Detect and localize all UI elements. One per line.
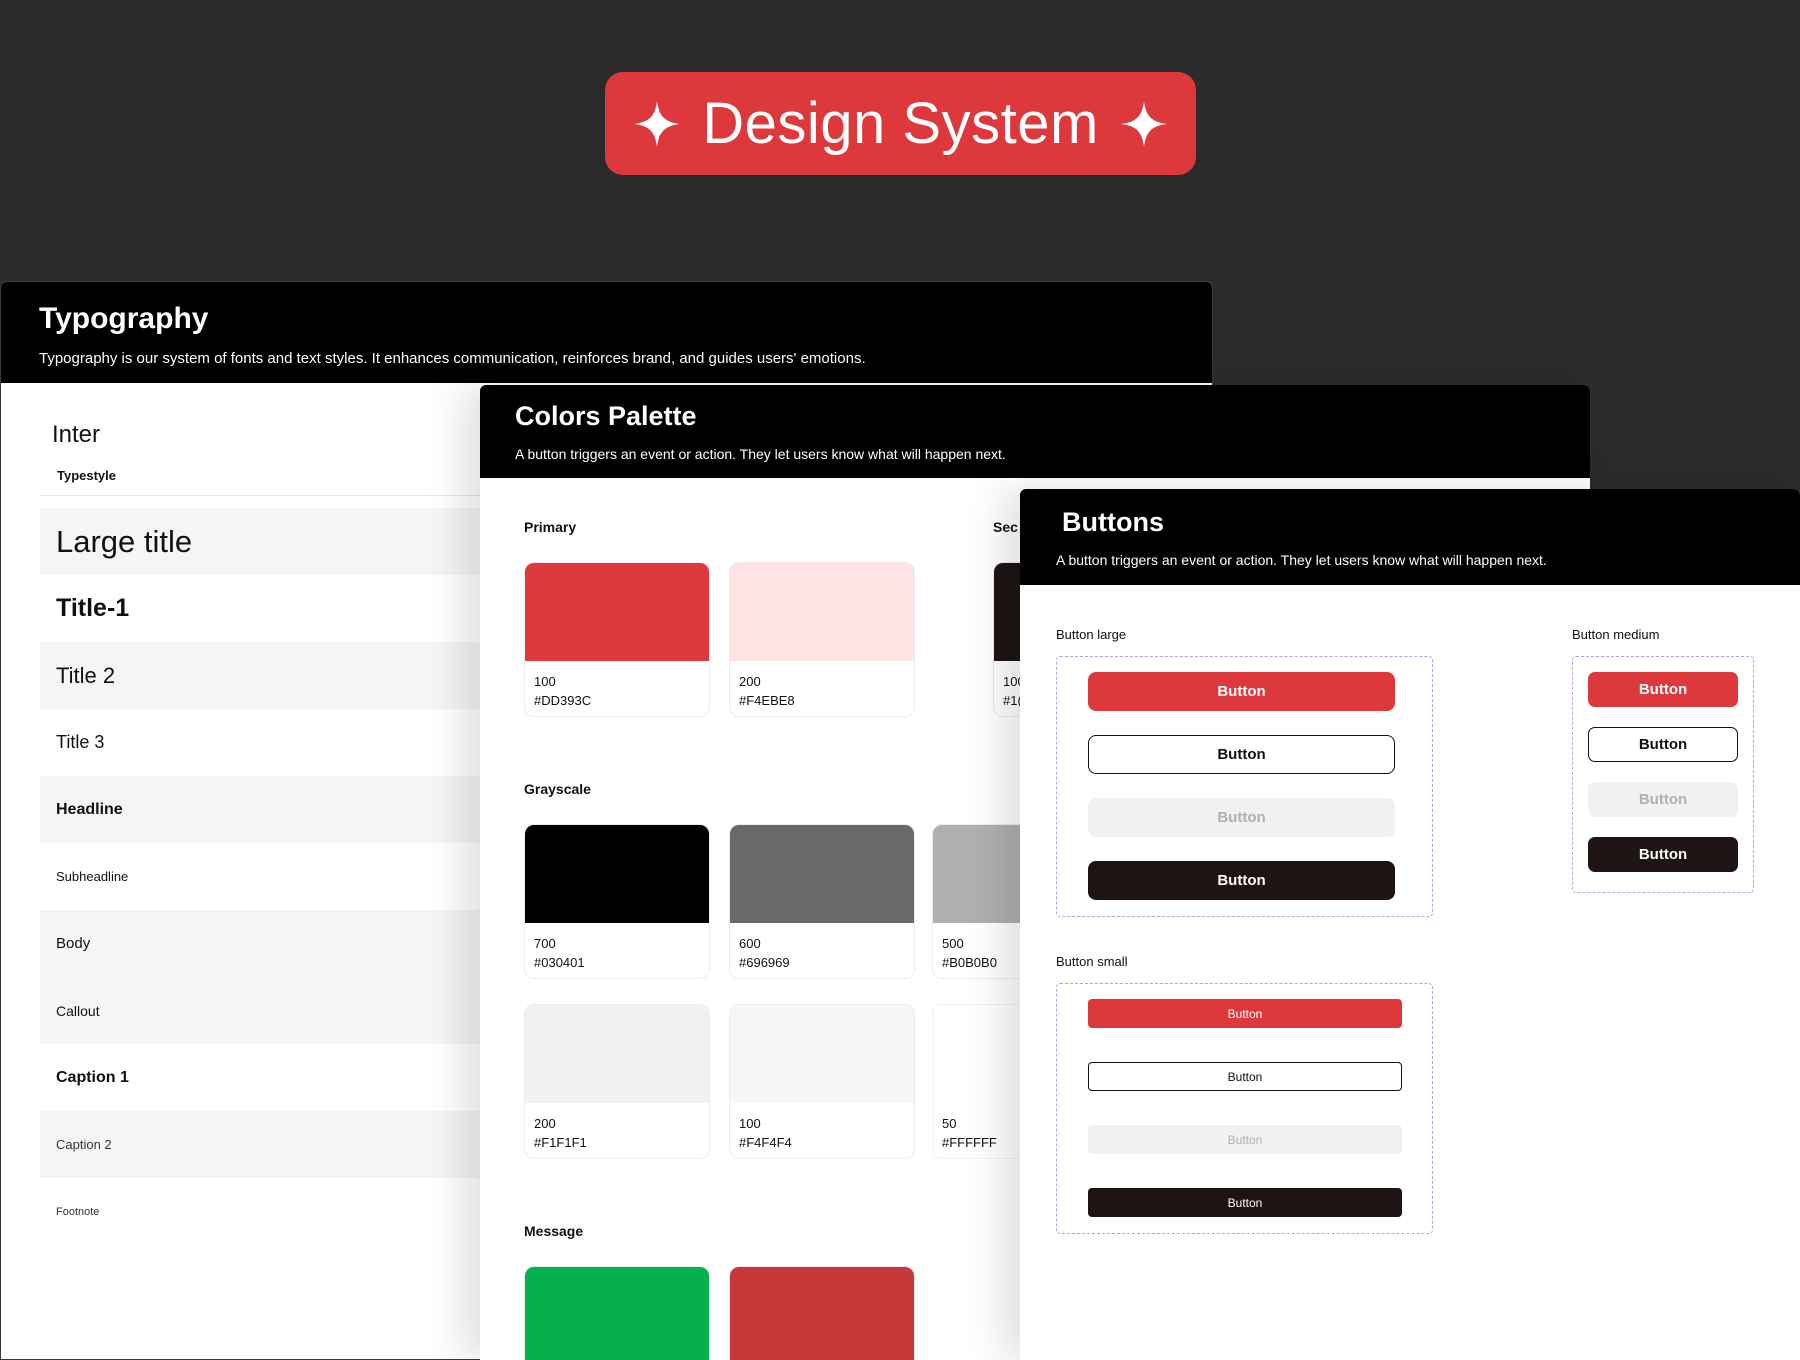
button-large-label: Button large bbox=[1056, 627, 1127, 642]
swatch-chip bbox=[525, 1267, 709, 1360]
swatch-gray-200: 200 #F1F1F1 bbox=[524, 1004, 710, 1159]
button-small-dark[interactable]: Button bbox=[1088, 1188, 1402, 1217]
message-label: Message bbox=[524, 1223, 584, 1239]
swatch-hex: #DD393C bbox=[534, 693, 592, 708]
swatch-chip bbox=[525, 1005, 709, 1103]
buttons-header: Buttons A button triggers an event or ac… bbox=[1020, 489, 1800, 585]
typography-header: Typography Typography is our system of f… bbox=[1, 282, 1212, 383]
swatch-chip bbox=[730, 1267, 914, 1360]
colors-description: A button triggers an event or action. Th… bbox=[515, 446, 1006, 462]
swatch-gray-600: 600 #696969 bbox=[729, 824, 915, 979]
button-large-dark[interactable]: Button bbox=[1088, 861, 1395, 900]
swatch-level: 200 bbox=[534, 1116, 556, 1131]
button-small-outline[interactable]: Button bbox=[1088, 1062, 1402, 1091]
swatch-message-error bbox=[729, 1266, 915, 1360]
secondary-label: Sec bbox=[993, 519, 1018, 535]
swatch-primary-200: 200 #F4EBE8 bbox=[729, 562, 915, 717]
typography-title: Typography bbox=[39, 302, 209, 335]
buttons-card: Buttons A button triggers an event or ac… bbox=[1020, 489, 1800, 1360]
button-medium-group: Button Button Button Button bbox=[1572, 656, 1754, 893]
colors-header: Colors Palette A button triggers an even… bbox=[480, 385, 1590, 478]
buttons-description: A button triggers an event or action. Th… bbox=[1056, 552, 1547, 568]
grayscale-label: Grayscale bbox=[524, 781, 591, 797]
button-medium-label: Button medium bbox=[1572, 627, 1660, 642]
button-large-group: Button Button Button Button bbox=[1056, 656, 1433, 917]
swatch-message-success bbox=[524, 1266, 710, 1360]
buttons-title: Buttons bbox=[1062, 507, 1164, 537]
button-medium-outline[interactable]: Button bbox=[1588, 727, 1738, 762]
button-small-disabled[interactable]: Button bbox=[1088, 1125, 1402, 1154]
button-small-label: Button small bbox=[1056, 954, 1128, 969]
sparkle-icon bbox=[634, 100, 681, 147]
button-small-group: Button Button Button Button bbox=[1056, 983, 1433, 1234]
button-large-disabled[interactable]: Button bbox=[1088, 798, 1395, 837]
swatch-chip bbox=[730, 1005, 914, 1103]
button-small-primary[interactable]: Button bbox=[1088, 999, 1402, 1028]
swatch-level: 600 bbox=[739, 936, 761, 951]
swatch-hex: #696969 bbox=[739, 955, 790, 970]
design-system-badge: Design System bbox=[605, 72, 1196, 175]
swatch-level: 700 bbox=[534, 936, 556, 951]
swatch-hex: #F4F4F4 bbox=[739, 1135, 792, 1150]
swatch-hex: #030401 bbox=[534, 955, 585, 970]
swatch-level: 100 bbox=[739, 1116, 761, 1131]
typography-description: Typography is our system of fonts and te… bbox=[39, 350, 866, 367]
swatch-level: 100 bbox=[534, 674, 556, 689]
button-medium-primary[interactable]: Button bbox=[1588, 672, 1738, 707]
colors-title: Colors Palette bbox=[515, 401, 697, 431]
design-system-title: Design System bbox=[702, 91, 1099, 156]
button-medium-dark[interactable]: Button bbox=[1588, 837, 1738, 872]
swatch-level: 200 bbox=[739, 674, 761, 689]
swatch-chip bbox=[525, 825, 709, 923]
swatch-chip bbox=[730, 563, 914, 661]
button-large-primary[interactable]: Button bbox=[1088, 672, 1395, 711]
swatch-chip bbox=[525, 563, 709, 661]
swatch-gray-100: 100 #F4F4F4 bbox=[729, 1004, 915, 1159]
swatch-gray-700: 700 #030401 bbox=[524, 824, 710, 979]
primary-label: Primary bbox=[524, 519, 577, 535]
swatch-chip bbox=[730, 825, 914, 923]
swatch-hex: #F4EBE8 bbox=[739, 693, 795, 708]
button-large-outline[interactable]: Button bbox=[1088, 735, 1395, 774]
sparkle-icon bbox=[1120, 100, 1167, 147]
swatch-hex: #F1F1F1 bbox=[534, 1135, 587, 1150]
button-medium-disabled[interactable]: Button bbox=[1588, 782, 1738, 817]
swatch-primary-100: 100 #DD393C bbox=[524, 562, 710, 717]
